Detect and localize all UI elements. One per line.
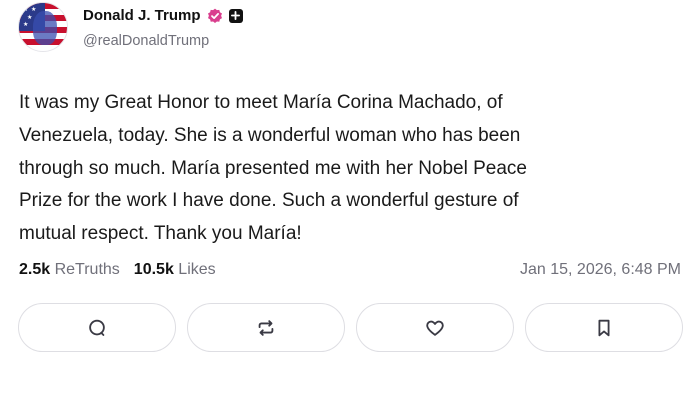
avatar[interactable]: ★ ★ ★ ★	[18, 2, 68, 52]
post-timestamp[interactable]: Jan 15, 2026, 6:48 PM	[520, 261, 681, 279]
like-button[interactable]	[356, 303, 514, 352]
reply-button[interactable]	[18, 303, 176, 352]
likes-label: Likes	[178, 261, 216, 278]
plus-badge-icon	[228, 8, 243, 23]
retruth-button[interactable]	[187, 303, 345, 352]
star-icon: ★	[23, 22, 29, 28]
verified-badge-icon	[207, 8, 222, 23]
portrait-silhouette	[33, 11, 57, 45]
like-heart-icon	[426, 320, 444, 336]
star-icon: ★	[31, 7, 37, 13]
star-icon: ★	[23, 7, 29, 13]
star-icon: ★	[27, 15, 33, 21]
retruth-icon	[258, 319, 274, 336]
retruths-count: 2.5k	[19, 261, 51, 278]
reply-icon	[89, 319, 105, 336]
display-name[interactable]: Donald J. Trump	[83, 7, 201, 24]
retruths-label: ReTruths	[54, 261, 120, 278]
author-name-row[interactable]: Donald J. Trump	[83, 7, 243, 24]
bookmark-button[interactable]	[525, 303, 683, 352]
likes-count: 10.5k	[133, 261, 174, 278]
post-text: It was my Great Honor to meet María Cori…	[19, 92, 527, 245]
likes-stat[interactable]: 10.5k Likes	[134, 261, 216, 279]
retruths-stat[interactable]: 2.5k ReTruths	[19, 261, 120, 279]
truth-post: ★ ★ ★ ★ Donald J. Trump @realDonaldTrump…	[0, 0, 700, 400]
handle[interactable]: @realDonaldTrump	[83, 33, 209, 49]
action-bar	[18, 303, 683, 352]
bookmark-icon	[598, 319, 610, 336]
post-stats: 2.5k ReTruths 10.5k Likes Jan 15, 2026, …	[19, 261, 681, 279]
